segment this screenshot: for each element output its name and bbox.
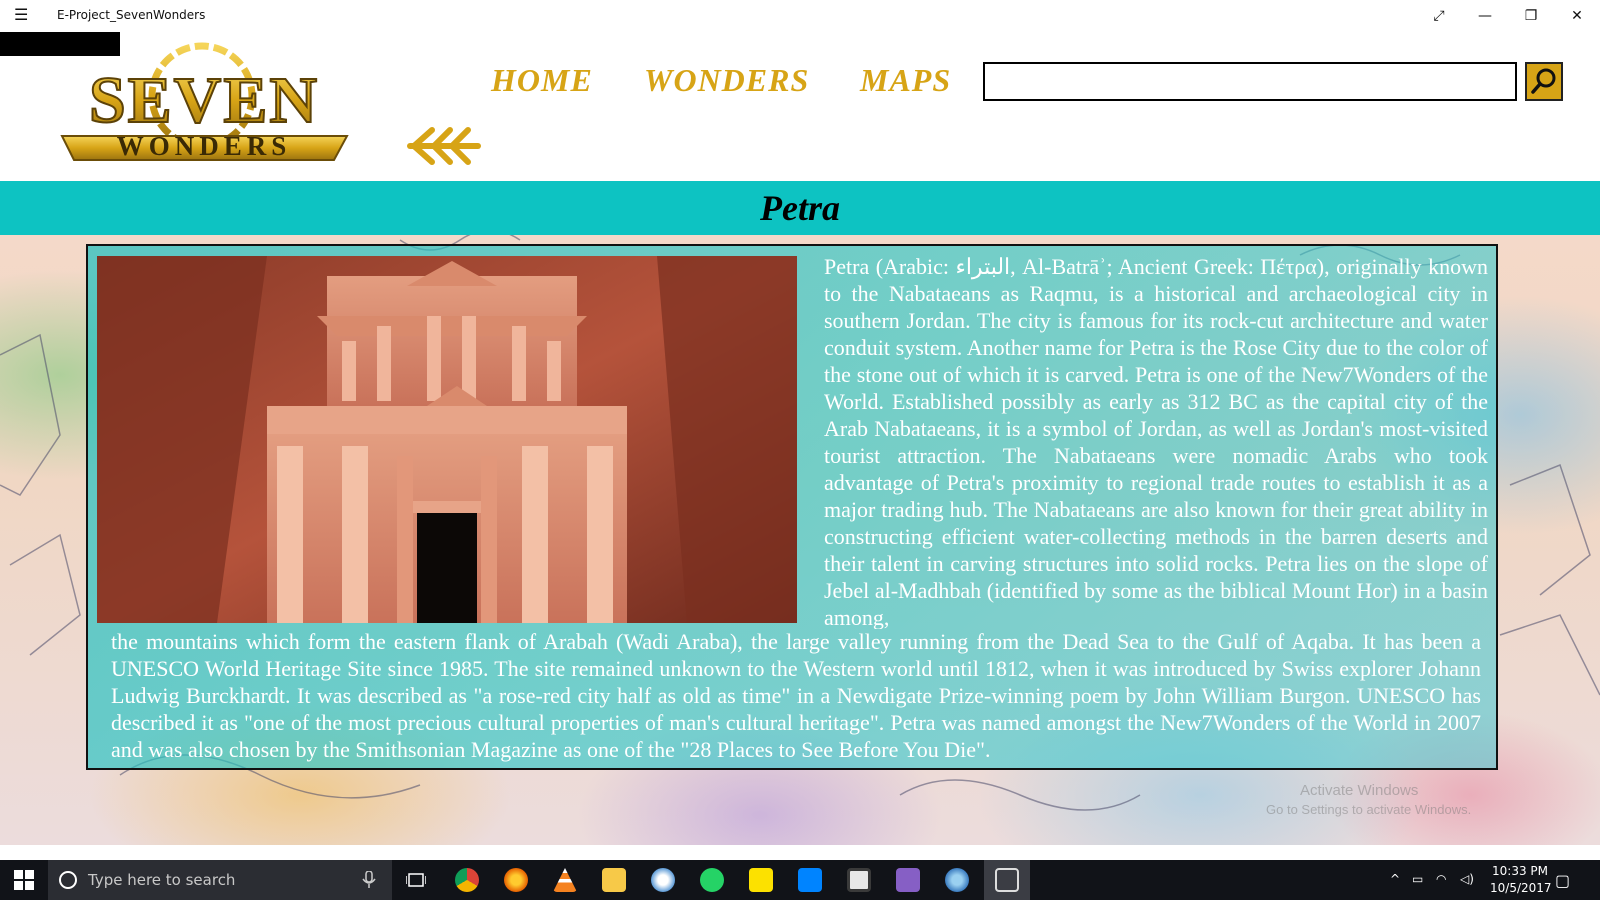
fullscreen-button[interactable]: ⤢ — [1416, 0, 1462, 32]
nav-home[interactable]: HOME — [491, 62, 593, 99]
search-icon — [1531, 68, 1556, 94]
nav-wonders[interactable]: WONDERS — [644, 62, 809, 99]
search-button[interactable] — [1525, 62, 1563, 101]
clock-time[interactable]: 10:33 PM — [1492, 864, 1548, 878]
show-hidden-icons-icon[interactable]: ^ — [1390, 872, 1400, 900]
paint-brush-icon[interactable] — [945, 868, 969, 892]
close-button[interactable]: ✕ — [1554, 0, 1600, 32]
taskbar: Type here to search ^ ▭ ◠ ◁) 10:33 PM 10… — [0, 860, 1600, 900]
article-paragraph-1: Petra (Arabic: البتراء, Al-Batrāʾ; Ancie… — [824, 254, 1488, 629]
taskbar-search-placeholder: Type here to search — [88, 871, 236, 889]
messenger-icon[interactable] — [798, 868, 822, 892]
calculator-icon[interactable] — [847, 868, 871, 892]
windows-start-icon[interactable] — [14, 870, 34, 890]
taskbar-search-box[interactable]: Type here to search — [48, 860, 392, 900]
back-arrow-icon[interactable] — [406, 124, 482, 168]
activate-windows-title: Activate Windows — [1300, 782, 1419, 799]
volume-icon[interactable]: ◁) — [1460, 872, 1474, 900]
battery-icon[interactable]: ▭ — [1412, 872, 1423, 900]
title-banner: Petra — [0, 181, 1600, 235]
nav-maps[interactable]: MAPS — [860, 62, 951, 99]
seven-wonders-logo[interactable]: SEVEN WONDERS — [52, 38, 357, 162]
firefox-icon[interactable] — [504, 868, 528, 892]
microphone-icon[interactable] — [362, 871, 376, 889]
file-explorer-icon[interactable] — [602, 868, 626, 892]
chrome-icon[interactable] — [455, 868, 479, 892]
restore-button[interactable]: ❐ — [1508, 0, 1554, 32]
cortana-icon — [59, 871, 77, 889]
logo-line1: SEVEN — [89, 64, 319, 137]
sticky-notes-icon[interactable] — [749, 868, 773, 892]
hamburger-menu-icon[interactable]: ☰ — [14, 6, 32, 26]
vlc-icon[interactable] — [553, 868, 577, 892]
app-title: E-Project_SevenWonders — [57, 8, 206, 22]
paint-icon[interactable] — [651, 868, 675, 892]
wifi-icon[interactable]: ◠ — [1436, 872, 1446, 900]
page-title: Petra — [760, 188, 840, 228]
clock-date[interactable]: 10/5/2017 — [1490, 881, 1552, 895]
minimize-button[interactable]: — — [1462, 0, 1508, 32]
logo-line2: WONDERS — [117, 131, 292, 161]
activate-windows-subtitle: Go to Settings to activate Windows. — [1266, 802, 1472, 817]
article-paragraph-2: the mountains which form the eastern fla… — [111, 629, 1481, 762]
visual-studio-icon[interactable] — [896, 868, 920, 892]
notifications-icon[interactable]: ▢ — [1555, 871, 1570, 900]
active-app-button[interactable] — [984, 860, 1030, 900]
task-view-icon[interactable] — [406, 872, 426, 888]
app-window-icon — [995, 868, 1019, 892]
title-bar: ☰ E-Project_SevenWonders ⤢ — ❐ ✕ — [0, 0, 1600, 32]
search-input[interactable] — [983, 62, 1517, 101]
petra-treasury-image — [97, 256, 797, 623]
whatsapp-icon[interactable] — [700, 868, 724, 892]
